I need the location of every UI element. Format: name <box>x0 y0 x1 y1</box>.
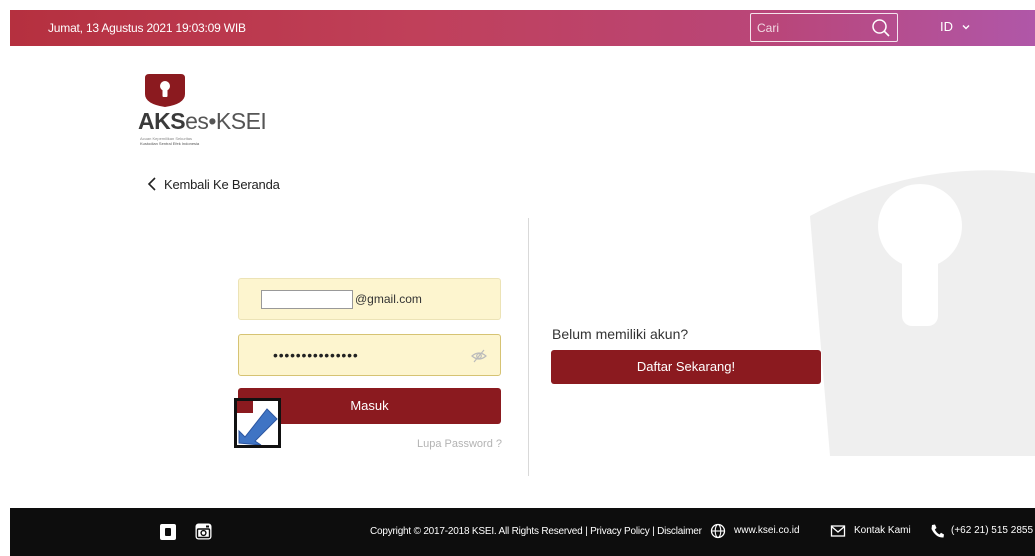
chevron-left-icon <box>147 177 156 191</box>
app-frame: Jumat, 13 Agustus 2021 19:03:09 WIB ID <box>0 0 1035 556</box>
footer: Copyright © 2017-2018 KSEI. All Rights R… <box>10 508 1035 556</box>
logo-subtagline: Kustodian Sentral Efek Indonesia <box>140 141 200 146</box>
akses-ksei-logo[interactable]: AKSes•KSEI Acuan Kepemilikan Sekuritas K… <box>138 72 288 152</box>
search-icon[interactable] <box>871 18 891 38</box>
language-label: ID <box>940 19 953 34</box>
contact-link[interactable]: Kontak Kami <box>830 523 911 539</box>
eye-slash-icon[interactable] <box>470 347 488 365</box>
password-field[interactable]: ••••••••••••••• <box>238 334 501 376</box>
search-input[interactable] <box>751 14 869 41</box>
copyright-text: Copyright © 2017-2018 KSEI. All Rights R… <box>370 526 702 537</box>
language-selector[interactable]: ID <box>940 19 971 34</box>
globe-icon <box>710 523 726 539</box>
cursor-highlight <box>234 398 281 448</box>
top-bar: Jumat, 13 Agustus 2021 19:03:09 WIB ID <box>10 10 1035 46</box>
login-page: AKSes•KSEI Acuan Kepemilikan Sekuritas K… <box>10 46 1035 508</box>
youtube-icon[interactable] <box>160 524 176 540</box>
password-mask: ••••••••••••••• <box>273 347 359 363</box>
search-box[interactable] <box>750 13 898 42</box>
website-label: www.ksei.co.id <box>734 525 800 536</box>
phone-link[interactable]: (+62 21) 515 2855 <box>930 523 1033 539</box>
logo-wordmark: AKSes•KSEI <box>138 108 267 134</box>
forgot-password-link[interactable]: Lupa Password ? <box>410 438 502 450</box>
register-prompt: Belum memiliki akun? <box>552 326 689 342</box>
register-button[interactable]: Daftar Sekarang! <box>551 350 821 384</box>
redacted-username <box>261 290 353 309</box>
pointer-arrow-icon <box>237 401 278 445</box>
email-field[interactable]: @gmail.com <box>238 278 501 320</box>
phone-label: (+62 21) 515 2855 <box>951 525 1034 536</box>
mail-icon <box>830 525 846 537</box>
email-domain: @gmail.com <box>355 292 422 306</box>
keyhole-logo-icon <box>145 74 185 107</box>
website-link[interactable]: www.ksei.co.id <box>710 523 800 539</box>
keyhole-watermark-icon <box>810 170 1035 456</box>
back-label: Kembali Ke Beranda <box>164 176 280 192</box>
instagram-icon[interactable] <box>195 523 212 540</box>
contact-label: Kontak Kami <box>854 525 911 536</box>
phone-icon <box>931 524 944 538</box>
vertical-divider <box>528 218 529 476</box>
back-to-home-link[interactable]: Kembali Ke Beranda <box>146 176 280 192</box>
chevron-down-icon <box>962 24 970 29</box>
current-datetime: Jumat, 13 Agustus 2021 19:03:09 WIB <box>48 21 246 35</box>
